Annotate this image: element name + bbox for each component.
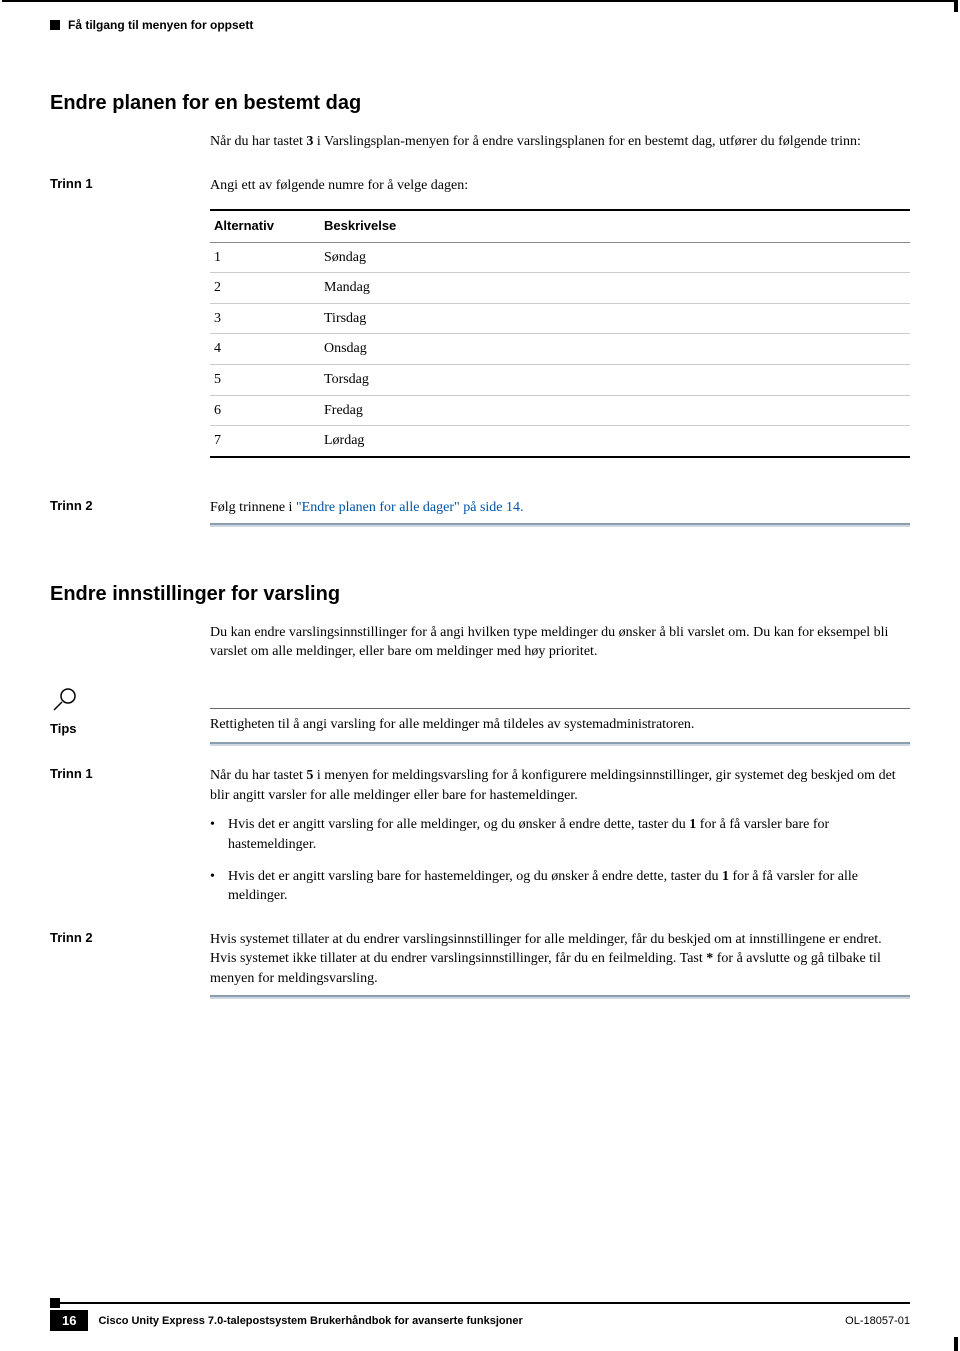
table-header-alternativ: Alternativ [210,210,320,242]
step-label: Trinn 1 [50,766,210,918]
bullet-list: Hvis det er angitt varsling for alle mel… [210,815,910,905]
section2-step2: Trinn 2 Hvis systemet tillater at du end… [50,930,910,999]
list-item: Hvis det er angitt varsling bare for has… [210,867,910,906]
tips-block: Tips Rettigheten til å angi varsling for… [50,686,910,736]
table-row: 5Torsdag [210,365,910,396]
step-label: Trinn 2 [50,930,210,999]
step-label: Trinn 1 [50,176,210,464]
tips-text: Rettigheten til å angi varsling for alle… [210,709,910,735]
step-end-rule [210,523,910,527]
running-header-text: Få tilgang til menyen for oppsett [68,18,253,32]
section1-step1: Trinn 1 Angi ett av følgende numre for å… [50,176,910,464]
table-row: 4Onsdag [210,334,910,365]
footer-square-icon [50,1298,60,1308]
footer-doc-title: Cisco Unity Express 7.0-talepostsystem B… [98,1315,845,1327]
header-square-icon [50,20,60,30]
section1-step2: Trinn 2 Følg trinnene i "Endre planen fo… [50,498,910,528]
step1-text: Angi ett av følgende numre for å velge d… [210,178,468,193]
tips-label-text: Tips [50,721,77,736]
table-row: 6Fredag [210,395,910,426]
page-footer: 16 Cisco Unity Express 7.0-talepostsyste… [50,1298,910,1331]
table-row: 1Søndag [210,242,910,273]
footer-doc-id: OL-18057-01 [845,1315,910,1327]
cross-ref-link[interactable]: "Endre planen for alle dager" på side 14… [296,500,524,515]
list-item: Hvis det er angitt varsling for alle mel… [210,815,910,854]
day-table: Alternativ Beskrivelse 1Søndag 2Mandag 3… [210,209,910,457]
section-title-2: Endre innstillinger for varsling [50,583,910,606]
step-label: Trinn 2 [50,498,210,528]
section1-intro: Når du har tastet 3 i Varslingsplan-meny… [210,133,910,152]
table-header-beskrivelse: Beskrivelse [320,210,910,242]
section2-intro: Du kan endre varslingsinnstillinger for … [210,624,910,662]
section2-step1: Trinn 1 Når du har tastet 5 i menyen for… [50,766,910,918]
tip-icon [50,686,78,719]
table-row: 3Tirsdag [210,303,910,334]
running-header: Få tilgang til menyen for oppsett [50,0,910,32]
section-title-1: Endre planen for en bestemt dag [50,92,910,115]
step-end-rule [210,995,910,999]
tips-end-rule [210,742,910,746]
table-row: 7Lørdag [210,426,910,457]
page-number: 16 [50,1310,88,1331]
table-row: 2Mandag [210,273,910,304]
